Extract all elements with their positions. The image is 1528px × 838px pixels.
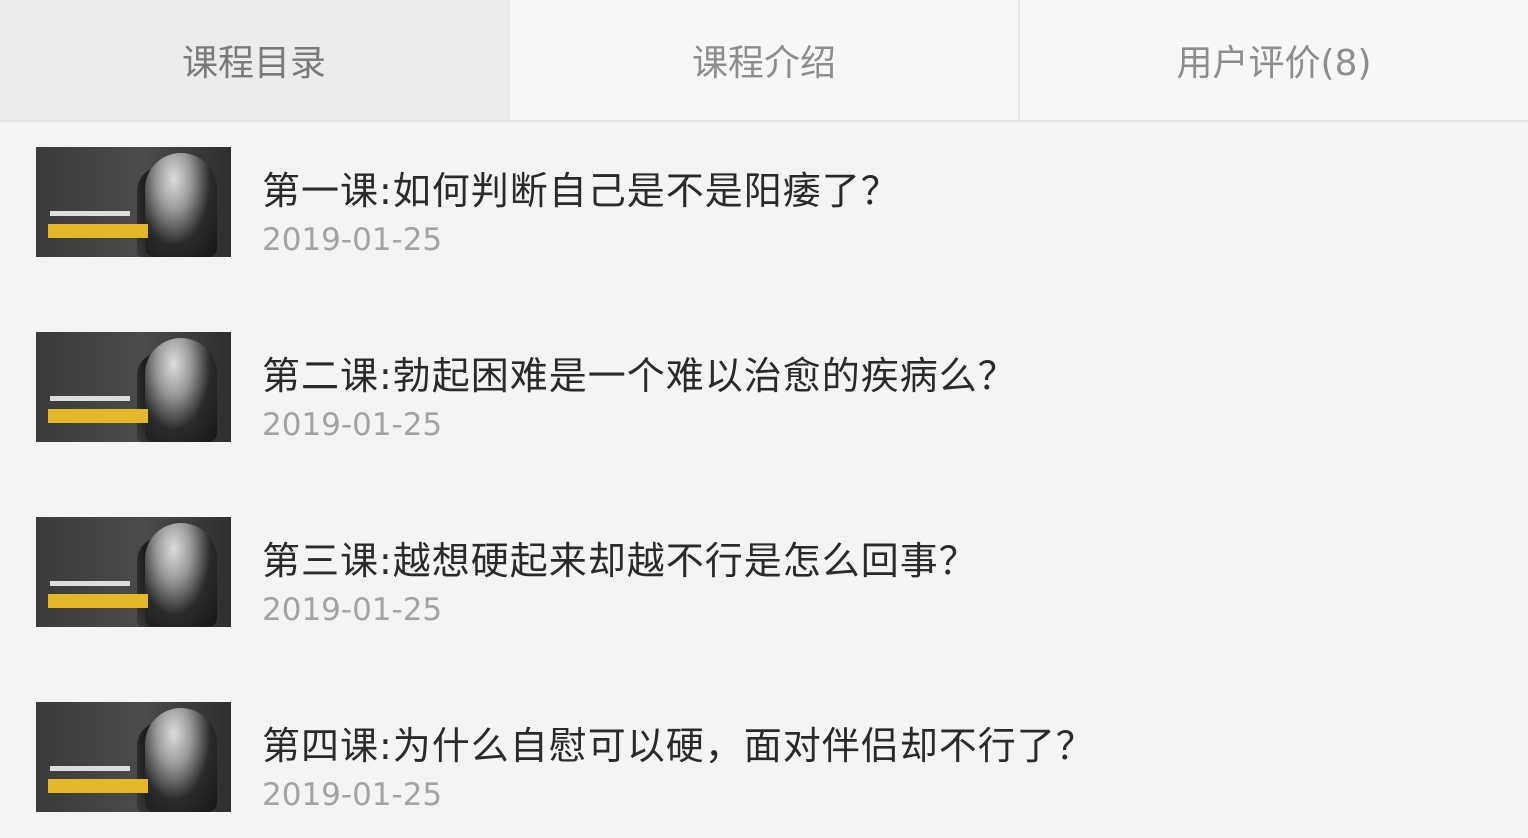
tab-bar: 课程目录 课程介绍 用户评价(8) (0, 0, 1528, 122)
lesson-thumbnail (36, 702, 231, 812)
lesson-item[interactable]: 第一课:如何判断自己是不是阳痿了？ 2019-01-25 (0, 122, 1528, 272)
lesson-thumbnail (36, 332, 231, 442)
lesson-thumbnail (36, 517, 231, 627)
lesson-title: 第一课:如何判断自己是不是阳痿了？ (262, 169, 900, 213)
lesson-date: 2019-01-25 (262, 777, 443, 813)
lesson-item[interactable]: 第三课:越想硬起来却越不行是怎么回事？ 2019-01-25 (0, 492, 1528, 642)
tab-user-reviews[interactable]: 用户评价(8) (1020, 0, 1528, 120)
lesson-title: 第二课:勃起困难是一个难以治愈的疾病么？ (262, 354, 1017, 398)
lesson-date: 2019-01-25 (262, 407, 443, 443)
tab-course-catalog[interactable]: 课程目录 (0, 0, 510, 120)
lesson-title: 第三课:越想硬起来却越不行是怎么回事？ (262, 539, 978, 583)
lesson-date: 2019-01-25 (262, 222, 443, 258)
lesson-thumbnail (36, 147, 231, 257)
lesson-item[interactable]: 第二课:勃起困难是一个难以治愈的疾病么？ 2019-01-25 (0, 307, 1528, 457)
lesson-title: 第四课:为什么自慰可以硬，面对伴侣却不行了？ (262, 724, 1095, 768)
lesson-item[interactable]: 第四课:为什么自慰可以硬，面对伴侣却不行了？ 2019-01-25 (0, 677, 1528, 827)
tab-course-intro[interactable]: 课程介绍 (510, 0, 1020, 120)
lesson-date: 2019-01-25 (262, 592, 443, 628)
